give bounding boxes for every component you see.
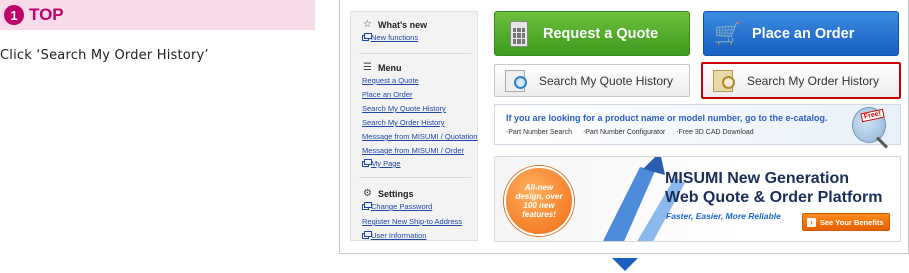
new-window-icon xyxy=(362,159,372,167)
sidebar-link-search-quote-history[interactable]: Search My Quote History xyxy=(362,104,446,113)
sidebar: ☆ What's new New functions ☰ Menu Reques… xyxy=(350,11,478,241)
settings-heading: ⚙ Settings xyxy=(362,188,414,199)
platform-title: MISUMI New Generation Web Quote & Order … xyxy=(665,170,883,206)
new-window-icon xyxy=(362,202,372,210)
sidebar-link-search-order-history[interactable]: Search My Order History xyxy=(362,118,445,127)
request-quote-label: Request a Quote xyxy=(543,25,659,42)
sidebar-link-register-ship-to[interactable]: Register New Ship-to Address xyxy=(362,217,462,226)
cart-icon: 🛒 xyxy=(714,20,742,46)
search-order-history-label: Search My Order History xyxy=(747,73,880,88)
catalog-headline: If you are looking for a product name or… xyxy=(506,113,828,123)
search-quote-history-button[interactable]: Search My Quote History xyxy=(494,64,690,97)
settings-title: Settings xyxy=(378,188,414,199)
catalog-features: ‧Part Number Search ‧Part Number Configu… xyxy=(506,129,754,136)
sidebar-link-request-quote[interactable]: Request a Quote xyxy=(362,76,419,85)
place-order-label: Place an Order xyxy=(752,25,855,42)
calculator-icon xyxy=(507,19,531,49)
menu-heading: ☰ Menu xyxy=(362,62,402,73)
search-quote-history-label: Search My Quote History xyxy=(539,73,674,88)
search-order-history-button[interactable]: Search My Order History xyxy=(701,62,901,99)
star-icon: ☆ xyxy=(363,19,372,30)
new-window-icon xyxy=(362,231,372,239)
magnifier-icon: Free! xyxy=(852,107,886,143)
e-catalog-banner[interactable]: If you are looking for a product name or… xyxy=(494,104,901,145)
divider xyxy=(359,53,471,54)
step-number-badge: 1 xyxy=(4,5,24,25)
sidebar-link-new-functions[interactable]: New functions xyxy=(362,33,418,42)
new-design-badge: All-new design, over 100 new features! xyxy=(504,166,574,236)
list-icon: ☰ xyxy=(363,62,372,73)
menu-title: Menu xyxy=(378,62,402,73)
step-title: TOP xyxy=(29,5,64,24)
gear-icon: ⚙ xyxy=(363,188,372,199)
place-order-button[interactable]: 🛒 Place an Order xyxy=(703,11,899,56)
step-header: 1 TOP xyxy=(0,0,315,30)
whats-new-heading: ☆ What's new xyxy=(362,19,427,30)
whats-new-title: What's new xyxy=(378,19,428,30)
free-badge: Free! xyxy=(860,108,885,123)
divider xyxy=(359,177,471,178)
search-document-icon xyxy=(505,69,527,92)
sidebar-link-my-page[interactable]: My Page xyxy=(362,159,401,168)
new-window-icon xyxy=(362,33,372,41)
platform-tagline: Faster, Easier, More Reliable xyxy=(666,211,781,221)
search-box-icon xyxy=(713,69,735,92)
misumi-top-page: ☆ What's new New functions ☰ Menu Reques… xyxy=(339,0,909,254)
chevron-right-icon: › xyxy=(807,217,816,227)
sidebar-link-change-password[interactable]: Change Password xyxy=(362,202,432,211)
platform-banner[interactable]: All-new design, over 100 new features! M… xyxy=(494,156,901,242)
sidebar-link-place-order[interactable]: Place an Order xyxy=(362,90,412,99)
sidebar-link-message-quotation[interactable]: Message from MISUMI / Quotation xyxy=(362,132,477,141)
sidebar-link-message-order[interactable]: Message from MISUMI / Order xyxy=(362,146,464,155)
sidebar-link-user-information[interactable]: User Information xyxy=(362,231,426,240)
see-benefits-button[interactable]: › See Your Benefits xyxy=(802,213,890,231)
down-arrow-icon xyxy=(612,258,638,271)
step-instruction: Click ‘Search My Order History’ xyxy=(0,48,209,63)
request-quote-button[interactable]: Request a Quote xyxy=(494,11,690,56)
